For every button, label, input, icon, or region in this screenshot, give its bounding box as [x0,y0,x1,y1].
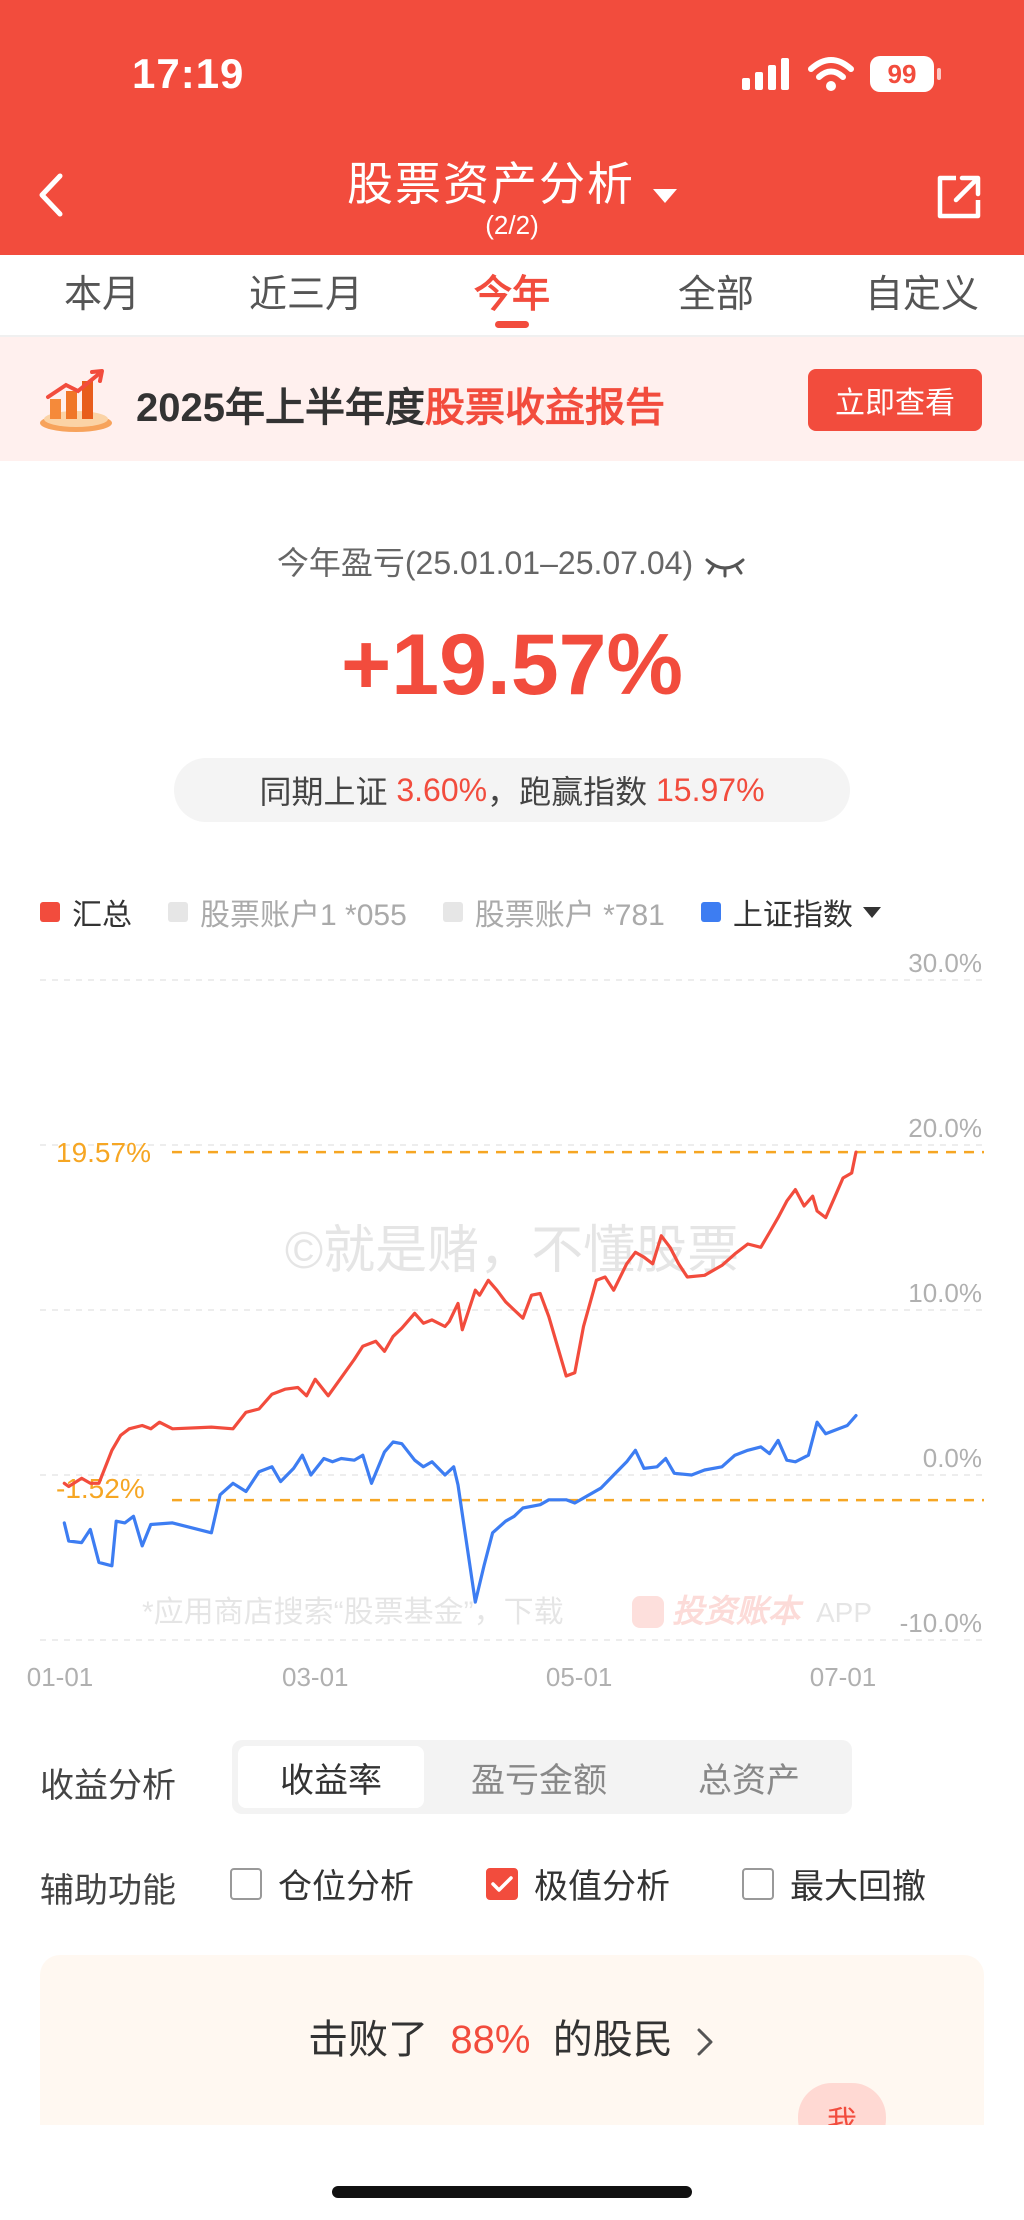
aux-row: 辅助功能 仓位分析 极值分析 最大回撤 [40,1855,984,1915]
wifi-icon [808,57,854,91]
x-tick-label: 05-01 [546,1662,613,1692]
return-chart[interactable]: 30.0% 20.0% 10.0% 0.0% -10.0% 01-01 03-01 05-01… [0,950,1024,1710]
page-title: 股票资产分析 [347,158,635,210]
legend-swatch [700,902,721,922]
period-tabs: 本月 近三月 今年 全部 自定义 [0,255,1024,337]
seg-pnl-amount[interactable]: 盈亏金额 [446,1746,632,1808]
rank-card[interactable]: 击败了 88% 的股民 我 [40,1955,984,2125]
tab-all[interactable]: 全部 [678,263,754,318]
seg-return-rate[interactable]: 收益率 [238,1746,424,1808]
y-tick-label: -10.0% [900,1608,982,1638]
tab-three-months[interactable]: 近三月 [249,263,363,318]
footer-brand: 投资账本 [672,1593,804,1629]
legend-swatch [40,902,60,922]
legend-item-total[interactable]: 汇总 [40,890,132,934]
extreme-analysis-checkbox[interactable]: 极值分析 [486,1859,670,1908]
footer-brand-logo-icon [632,1596,664,1628]
home-indicator[interactable] [332,2186,692,2198]
rank-prefix: 击败了 [308,2018,429,2062]
share-icon[interactable] [934,172,984,222]
battery-icon: 99 [870,56,941,92]
compare-mid: ，跑赢指数 [487,774,648,810]
banner-text-prefix: 2025年上半年度 [136,386,425,430]
tab-this-year[interactable]: 今年 [474,263,550,318]
title-caret-icon [653,188,677,203]
analysis-label: 收益分析 [40,1767,176,1805]
banner-text-highlight: 股票收益报告 [424,386,665,430]
footer-brand-suffix: APP [816,1597,872,1628]
y-tick-label: 0.0% [923,1443,982,1473]
legend-label: 股票账户 *781 [474,899,665,932]
index-compare: 同期上证 3.60% ，跑赢指数 15.97% [174,758,850,822]
position-analysis-checkbox[interactable]: 仓位分析 [230,1859,414,1908]
legend-label: 上证指数 [732,899,853,932]
legend-item-index[interactable]: 上证指数 [700,890,881,934]
eye-closed-icon[interactable] [703,554,747,578]
report-banner[interactable]: 2025年上半年度股票收益报告 立即查看 [0,337,1024,461]
x-tick-label: 01-01 [27,1662,94,1692]
checkbox-label: 极值分析 [534,1868,670,1906]
tab-indicator [495,321,529,328]
max-value-label: 19.57% [56,1137,151,1168]
y-tick-label: 20.0% [908,1113,982,1143]
tab-this-month[interactable]: 本月 [64,263,140,318]
pnl-value: +19.57% [341,617,683,713]
status-time: 17:19 [132,50,245,97]
checkbox-label: 仓位分析 [278,1868,414,1906]
trophy-chart-icon [40,369,112,432]
rank-suffix: 的股民 [552,2018,673,2062]
status-icons: 99 [742,56,941,92]
checkbox-unchecked-icon [230,1867,262,1900]
x-tick-label: 03-01 [282,1662,349,1692]
seg-total-assets[interactable]: 总资产 [656,1746,842,1808]
tab-custom[interactable]: 自定义 [865,263,979,318]
signal-icon [742,58,789,90]
y-tick-label: 10.0% [908,1278,982,1308]
footer-text: *应用商店搜索“股票基金”，下载 [142,1596,564,1629]
rank-value: 88% [450,2018,531,2062]
x-tick-label: 07-01 [810,1662,877,1692]
app-header: 17:19 99 股票资产分析 (2/2) [0,0,1024,255]
period-label: 今年盈亏(25.01.01–25.07.04) [0,538,1024,584]
page-subtitle: (2/2) [485,210,539,240]
banner-text: 2025年上半年度股票收益报告 [136,375,665,433]
legend-item-account1[interactable]: 股票账户1 *055 [168,890,407,934]
checkbox-unchecked-icon [742,1867,774,1900]
series-line [62,1150,858,1489]
index-return: 3.60% [396,771,488,808]
legend-label: 股票账户1 *055 [200,899,407,932]
series-line [62,1414,858,1604]
max-drawdown-checkbox[interactable]: 最大回撤 [742,1859,926,1908]
analysis-segmented-control: 收益率 盈亏金额 总资产 [232,1740,852,1814]
y-tick-label: 30.0% [908,950,982,978]
compare-prefix: 同期上证 [259,774,388,810]
rank-text: 击败了 88% 的股民 [40,2007,984,2065]
me-badge: 我 [798,2083,886,2125]
legend-label: 汇总 [72,899,132,932]
excess-return: 15.97% [656,771,765,808]
legend-item-account2[interactable]: 股票账户 *781 [442,890,665,934]
checkbox-label: 最大回撤 [790,1868,926,1906]
checkbox-checked-icon [486,1867,518,1900]
aux-label: 辅助功能 [40,1872,176,1910]
view-report-button[interactable]: 立即查看 [808,369,982,431]
title-dropdown[interactable]: 股票资产分析 [0,148,1024,214]
period-text: 今年盈亏(25.01.01–25.07.04) [276,545,694,581]
legend-swatch [442,902,463,922]
analysis-row: 收益分析 收益率 盈亏金额 总资产 [40,1738,984,1818]
chart-legend: 汇总 股票账户1 *055 股票账户 *781 上证指数 [40,890,917,934]
index-dropdown-icon[interactable] [862,906,881,918]
legend-swatch [168,902,188,922]
chevron-right-icon [697,2028,713,2056]
